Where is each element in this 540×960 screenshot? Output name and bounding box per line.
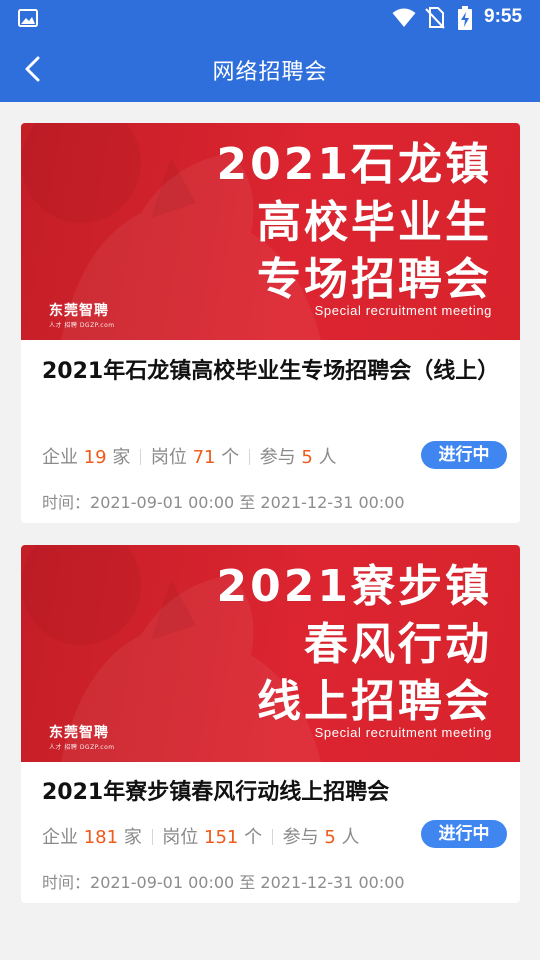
participants-count: 5 [301,447,313,468]
banner-line-2: 高校毕业生 [257,197,492,248]
divider [151,829,153,845]
positions-unit: 个 [244,827,263,848]
divider [140,449,142,465]
status-badge: 进行中 [421,820,507,848]
clock: 9:55 [484,6,523,27]
banner-line-1: 2021寮步镇 [216,561,492,612]
end-time: 2021-12-31 00:00 [260,873,405,892]
time-to: 至 [239,873,256,892]
image-icon [18,9,38,27]
job-fair-card[interactable]: 2021寮步镇 春风行动 线上招聘会 Special recruitment m… [21,545,520,903]
positions-label: 岗位 [150,447,187,468]
fair-time: 时间：2021-09-01 00:00 至 2021-12-31 00:00 [42,489,405,513]
participants-count: 5 [324,827,336,848]
start-time: 2021-09-01 00:00 [90,873,235,892]
fair-stats: 企业 19 家 岗位 71 个 参与 5 人 [42,443,337,469]
banner-subtitle: Special recruitment meeting [314,725,492,740]
no-sim-icon [425,7,445,29]
participants-unit: 人 [318,447,337,468]
companies-unit: 家 [123,827,142,848]
divider [271,829,273,845]
time-label: 时间： [42,873,91,892]
fair-title: 2021年石龙镇高校毕业生专场招聘会（线上） [42,359,500,384]
banner-subtitle: Special recruitment meeting [314,303,492,318]
fair-time: 时间：2021-09-01 00:00 至 2021-12-31 00:00 [42,869,405,893]
banner-line-3: 线上招聘会 [257,676,492,727]
positions-label: 岗位 [162,827,199,848]
companies-count: 19 [83,447,107,468]
fair-title: 2021年寮步镇春风行动线上招聘会 [42,780,390,805]
dgzp-logo: 东莞智聘 人才 招聘 DGZP.com [49,300,115,329]
dgzp-logo: 东莞智聘 人才 招聘 DGZP.com [49,722,115,751]
fair-banner: 2021石龙镇 高校毕业生 专场招聘会 Special recruitment … [21,123,520,340]
fair-stats: 企业 181 家 岗位 151 个 参与 5 人 [42,823,360,849]
time-to: 至 [239,493,256,512]
companies-unit: 家 [112,447,131,468]
status-badge: 进行中 [421,441,507,469]
wifi-icon [392,8,416,27]
participants-label: 参与 [282,827,319,848]
banner-line-3: 专场招聘会 [257,254,492,305]
divider [248,449,250,465]
time-label: 时间： [42,493,91,512]
start-time: 2021-09-01 00:00 [90,493,235,512]
participants-unit: 人 [341,827,360,848]
banner-line-1: 2021石龙镇 [216,139,492,190]
logo-text: 东莞智聘 [49,725,109,741]
positions-count: 151 [204,827,239,848]
app-bar: 网络招聘会 [0,36,540,102]
job-fair-card[interactable]: 2021石龙镇 高校毕业生 专场招聘会 Special recruitment … [21,123,520,523]
companies-count: 181 [83,827,119,848]
battery-charging-icon [458,6,472,30]
participants-label: 参与 [259,447,296,468]
positions-count: 71 [192,447,216,468]
fair-banner: 2021寮步镇 春风行动 线上招聘会 Special recruitment m… [21,545,520,762]
positions-unit: 个 [221,447,240,468]
status-bar: 9:55 [0,0,540,36]
logo-text: 东莞智聘 [49,303,109,319]
end-time: 2021-12-31 00:00 [260,493,405,512]
logo-subtext: 人才 招聘 DGZP.com [49,744,115,751]
banner-line-2: 春风行动 [304,619,492,670]
companies-label: 企业 [42,447,78,468]
logo-subtext: 人才 招聘 DGZP.com [49,322,115,329]
companies-label: 企业 [42,827,78,848]
page-title: 网络招聘会 [212,60,328,85]
